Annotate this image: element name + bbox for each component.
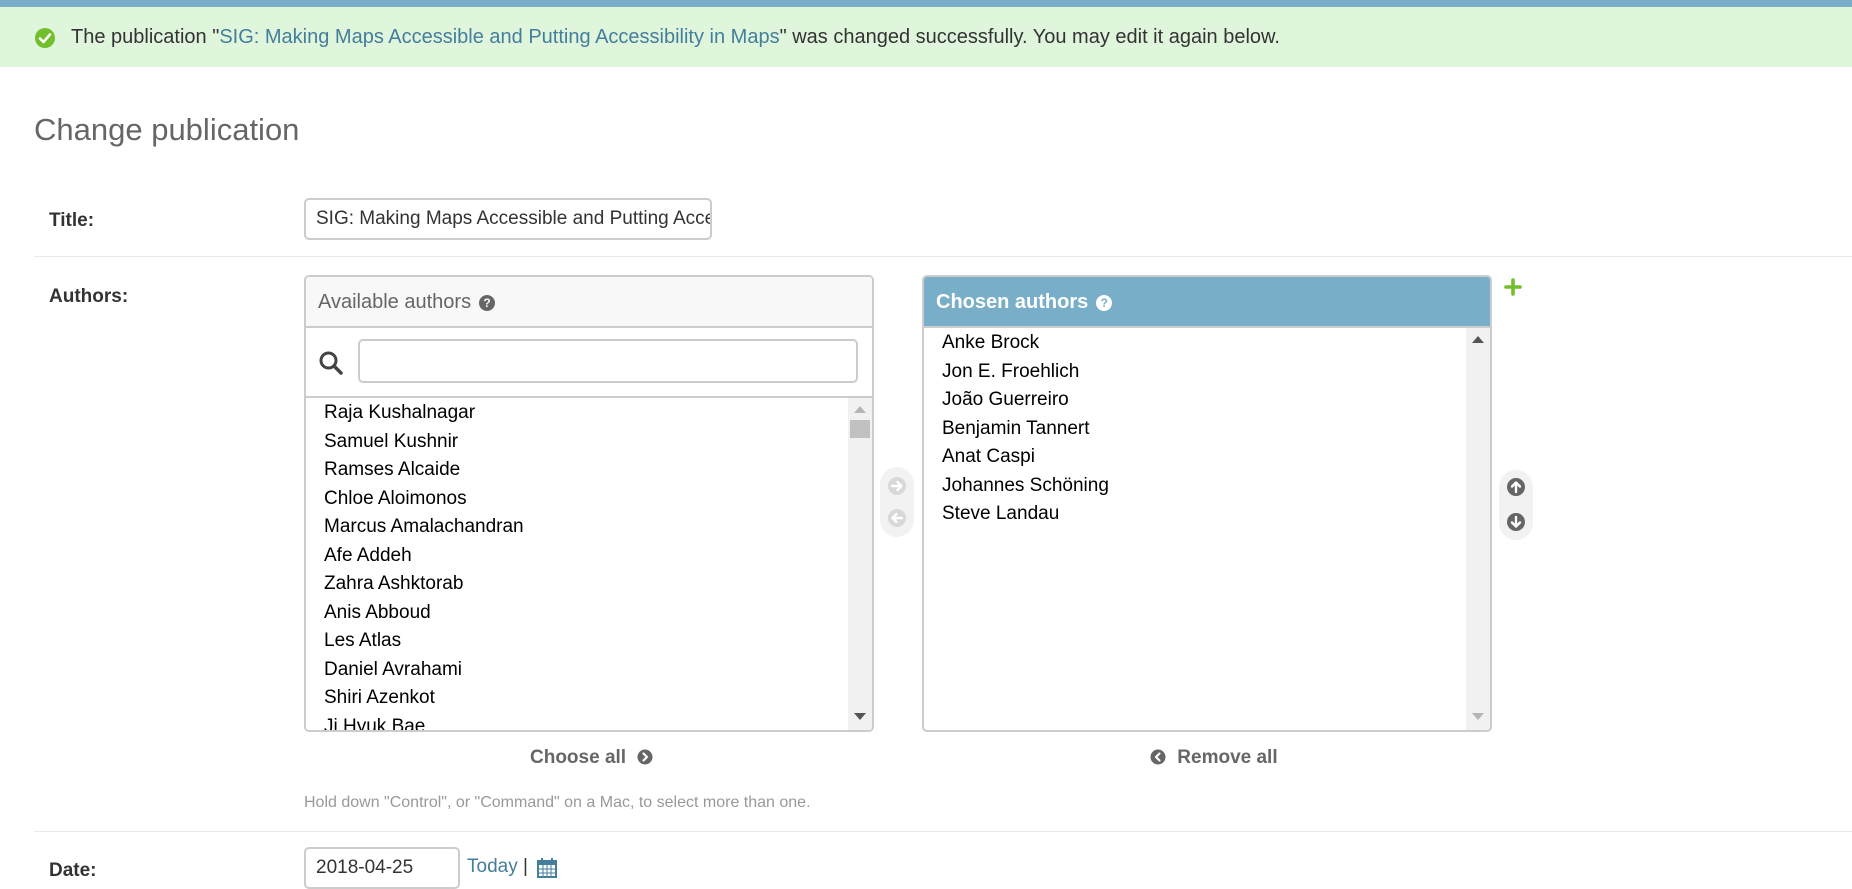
list-item[interactable]: Anke Brock [924,329,1490,358]
chosen-authors-list[interactable]: Anke Brock Jon E. Froehlich João Guerreiro… [924,328,1490,730]
help-text: Hold down "Control", or "Command" on a M… [304,794,811,811]
authors-filter [306,328,872,398]
arrow-right-icon[interactable] [887,476,907,496]
authors-filter-input[interactable] [358,339,858,383]
list-item[interactable]: Samuel Kushnir [306,428,872,457]
title-label: Title: [49,210,95,231]
arrow-up-icon[interactable] [1506,477,1526,497]
help-icon[interactable]: ? [1096,294,1113,311]
list-item[interactable]: Steve Landau [924,500,1490,529]
search-icon [319,351,343,375]
list-item[interactable]: Ramses Alcaide [306,456,872,485]
arrow-left-icon[interactable] [887,508,907,528]
calendar-icon[interactable] [536,857,558,879]
list-item[interactable]: Chloe Aloimonos [306,485,872,514]
available-authors-title: Available authors [318,291,472,313]
available-authors-list[interactable]: Raja Kushalnagar Samuel Kushnir Ramses Alc… [306,398,872,730]
page-title: Change publication [34,112,300,147]
remove-all-button[interactable]: Remove all [1150,747,1278,769]
date-shortcuts: Today | [467,856,528,878]
scrollbar[interactable] [848,398,872,730]
chosen-authors-header: Chosen authors? [924,277,1490,328]
date-input[interactable]: 2018-04-25 [304,847,460,889]
available-authors-box: Available authors? Raja Kushalnagar Samue… [304,275,874,732]
header-bar [0,0,1852,7]
list-item[interactable]: Zahra Ashktorab [306,570,872,599]
chevron-left-icon [1150,749,1166,765]
scroll-thumb[interactable] [850,420,870,438]
scroll-down-arrow[interactable] [854,713,866,720]
chevron-right-icon [637,749,653,765]
chosen-authors-box: Chosen authors? Anke Brock Jon E. Froehli… [922,275,1492,732]
ordering-controls [1499,470,1533,540]
success-message-text: The publication "SIG: Making Maps Access… [71,26,1280,48]
plus-icon[interactable] [1504,278,1522,296]
date-label: Date: [49,860,97,881]
list-item[interactable]: Shiri Azenkot [306,684,872,713]
success-message: The publication "SIG: Making Maps Access… [0,7,1852,67]
check-circle-icon [35,28,55,48]
chosen-authors-title: Chosen authors [936,291,1089,313]
scroll-up-arrow[interactable] [1472,336,1484,343]
authors-label: Authors: [49,286,129,307]
list-item[interactable]: Daniel Avrahami [306,656,872,685]
divider [34,256,1852,257]
list-item[interactable]: Johannes Schöning [924,472,1490,501]
scrollbar[interactable] [1466,328,1490,730]
list-item[interactable]: Afe Addeh [306,542,872,571]
choose-all-button[interactable]: Choose all [530,747,653,769]
list-item[interactable]: Anis Abboud [306,599,872,628]
list-item[interactable]: Jon E. Froehlich [924,358,1490,387]
list-item[interactable]: Marcus Amalachandran [306,513,872,542]
today-link[interactable]: Today [467,856,518,877]
list-item[interactable]: Benjamin Tannert [924,415,1490,444]
selector-chooser [880,467,914,537]
divider [34,831,1852,832]
list-item[interactable]: Les Atlas [306,627,872,656]
scroll-down-arrow[interactable] [1472,713,1484,720]
list-item[interactable]: Ji Hyuk Bae [306,713,872,731]
scroll-up-arrow[interactable] [854,406,866,413]
list-item[interactable]: João Guerreiro [924,386,1490,415]
date-separator: | [522,856,528,877]
arrow-down-icon[interactable] [1506,512,1526,532]
title-input[interactable]: SIG: Making Maps Accessible and Putting … [304,198,712,240]
list-item[interactable]: Raja Kushalnagar [306,399,872,428]
help-icon[interactable]: ? [479,294,496,311]
list-item[interactable]: Anat Caspi [924,443,1490,472]
available-authors-header: Available authors? [306,277,872,328]
publication-link[interactable]: SIG: Making Maps Accessible and Putting … [219,26,779,48]
